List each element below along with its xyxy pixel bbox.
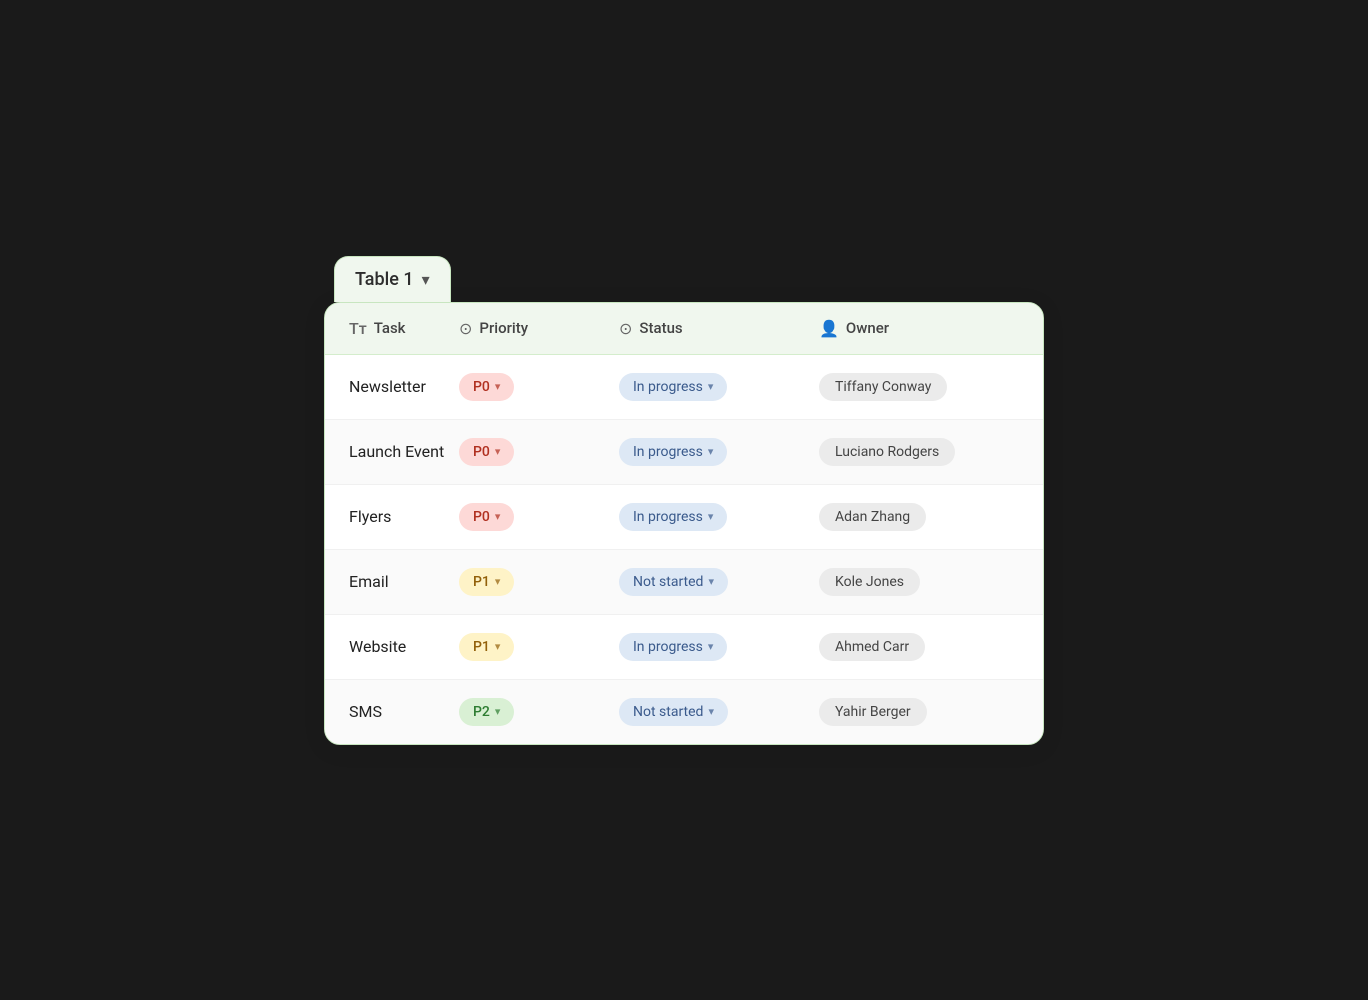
task-type-icon: Tт (349, 319, 367, 338)
status-cell: In progress ▾ (619, 633, 819, 661)
table-row: Flyers P0 ▾ In progress ▾ Adan Zhang (325, 485, 1043, 550)
owner-badge: Adan Zhang (819, 503, 926, 531)
status-chevron-icon: ▾ (708, 380, 714, 393)
owner-badge: Ahmed Carr (819, 633, 925, 661)
status-badge[interactable]: In progress ▾ (619, 503, 727, 531)
table-card: Tт Task ⊙ Priority ⊙ Status 👤 Owner News… (324, 302, 1044, 745)
priority-badge[interactable]: P0 ▾ (459, 438, 514, 466)
status-filter-icon: ⊙ (619, 319, 632, 338)
task-name: Email (349, 572, 459, 591)
status-cell: In progress ▾ (619, 373, 819, 401)
header-task: Tт Task (349, 319, 459, 338)
priority-cell: P0 ▾ (459, 438, 619, 466)
status-cell: Not started ▾ (619, 568, 819, 596)
status-chevron-icon: ▾ (708, 705, 714, 718)
owner-cell: Yahir Berger (819, 698, 1019, 726)
status-badge[interactable]: Not started ▾ (619, 698, 728, 726)
priority-cell: P1 ▾ (459, 568, 619, 596)
owner-cell: Ahmed Carr (819, 633, 1019, 661)
tab-chevron-icon: ▾ (422, 270, 430, 289)
table-row: Email P1 ▾ Not started ▾ Kole Jones (325, 550, 1043, 615)
header-priority-label: Priority (479, 319, 528, 337)
owner-badge: Tiffany Conway (819, 373, 947, 401)
priority-cell: P0 ▾ (459, 373, 619, 401)
status-badge[interactable]: Not started ▾ (619, 568, 728, 596)
status-badge[interactable]: In progress ▾ (619, 373, 727, 401)
status-chevron-icon: ▾ (708, 445, 714, 458)
status-badge[interactable]: In progress ▾ (619, 633, 727, 661)
priority-chevron-icon: ▾ (495, 575, 501, 588)
status-chevron-icon: ▾ (708, 640, 714, 653)
table-row: SMS P2 ▾ Not started ▾ Yahir Berger (325, 680, 1043, 744)
task-name: Flyers (349, 507, 459, 526)
priority-badge[interactable]: P0 ▾ (459, 373, 514, 401)
task-name: Launch Event (349, 442, 459, 461)
table-tab[interactable]: Table 1 ▾ (334, 256, 451, 302)
owner-cell: Adan Zhang (819, 503, 1019, 531)
task-name: Website (349, 637, 459, 656)
status-chevron-icon: ▾ (708, 510, 714, 523)
owner-cell: Luciano Rodgers (819, 438, 1019, 466)
owner-cell: Kole Jones (819, 568, 1019, 596)
status-badge[interactable]: In progress ▾ (619, 438, 727, 466)
priority-badge[interactable]: P0 ▾ (459, 503, 514, 531)
owner-badge: Luciano Rodgers (819, 438, 955, 466)
priority-cell: P0 ▾ (459, 503, 619, 531)
task-name: SMS (349, 702, 459, 721)
header-owner[interactable]: 👤 Owner (819, 319, 1019, 338)
priority-filter-icon: ⊙ (459, 319, 472, 338)
table-row: Website P1 ▾ In progress ▾ Ahmed Carr (325, 615, 1043, 680)
header-priority[interactable]: ⊙ Priority (459, 319, 619, 338)
priority-chevron-icon: ▾ (495, 510, 501, 523)
owner-badge: Kole Jones (819, 568, 920, 596)
header-status[interactable]: ⊙ Status (619, 319, 819, 338)
status-chevron-icon: ▾ (708, 575, 714, 588)
owner-icon: 👤 (819, 319, 839, 338)
status-cell: In progress ▾ (619, 438, 819, 466)
header-status-label: Status (639, 319, 682, 337)
tab-label: Table 1 (355, 269, 414, 290)
priority-badge[interactable]: P2 ▾ (459, 698, 514, 726)
priority-chevron-icon: ▾ (495, 705, 501, 718)
task-name: Newsletter (349, 377, 459, 396)
priority-badge[interactable]: P1 ▾ (459, 568, 514, 596)
owner-cell: Tiffany Conway (819, 373, 1019, 401)
status-cell: Not started ▾ (619, 698, 819, 726)
priority-chevron-icon: ▾ (495, 445, 501, 458)
owner-badge: Yahir Berger (819, 698, 927, 726)
priority-chevron-icon: ▾ (495, 380, 501, 393)
priority-cell: P2 ▾ (459, 698, 619, 726)
priority-badge[interactable]: P1 ▾ (459, 633, 514, 661)
table-row: Launch Event P0 ▾ In progress ▾ Luciano … (325, 420, 1043, 485)
header-owner-label: Owner (846, 319, 889, 337)
table-row: Newsletter P0 ▾ In progress ▾ Tiffany Co… (325, 355, 1043, 420)
table-body: Newsletter P0 ▾ In progress ▾ Tiffany Co… (325, 355, 1043, 744)
status-cell: In progress ▾ (619, 503, 819, 531)
priority-cell: P1 ▾ (459, 633, 619, 661)
priority-chevron-icon: ▾ (495, 640, 501, 653)
table-header: Tт Task ⊙ Priority ⊙ Status 👤 Owner (325, 303, 1043, 355)
card-wrapper: Table 1 ▾ Tт Task ⊙ Priority ⊙ Status 👤 … (324, 256, 1044, 745)
header-task-label: Task (374, 319, 406, 337)
